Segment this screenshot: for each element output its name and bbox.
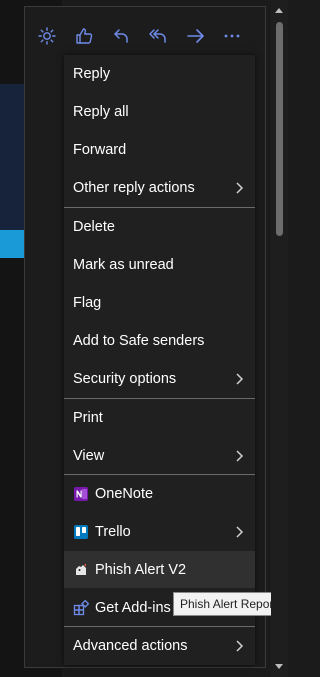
menu-item-forward[interactable]: Forward	[64, 131, 255, 168]
chevron-right-icon	[236, 640, 244, 652]
menu-item-label: Flag	[73, 294, 102, 311]
reply-all-icon[interactable]	[139, 20, 176, 52]
menu-item-view[interactable]: View	[64, 437, 255, 474]
menu-item-label: Advanced actions	[73, 637, 188, 654]
menu-item-onenote[interactable]: OneNote	[64, 475, 255, 512]
scroll-down-arrow-icon[interactable]	[275, 664, 283, 669]
menu-item-label: Trello	[95, 523, 131, 540]
trello-icon	[73, 524, 89, 540]
menu-item-label: Add to Safe senders	[73, 332, 205, 349]
menu-item-label: Reply all	[73, 103, 129, 120]
menu-item-advanced-actions[interactable]: Advanced actions	[64, 627, 255, 664]
menu-item-label: OneNote	[95, 485, 154, 502]
tooltip-text: Phish Alert Report	[180, 597, 277, 611]
menu-item-print[interactable]: Print	[64, 399, 255, 436]
menu-item-reply[interactable]: Reply	[64, 55, 255, 92]
message-header-strip	[0, 84, 24, 230]
menu-item-label: Other reply actions	[73, 179, 195, 196]
menu-item-phish-alert[interactable]: Phish Alert V2	[64, 551, 255, 588]
scroll-up-arrow-icon[interactable]	[275, 8, 283, 13]
chevron-right-icon	[236, 373, 244, 385]
menu-item-label: Get Add-ins	[95, 599, 171, 616]
menu-item-other-reply-actions[interactable]: Other reply actions	[64, 169, 255, 206]
menu-item-label: Delete	[73, 218, 115, 235]
menu-item-reply-all[interactable]: Reply all	[64, 93, 255, 130]
thumbs-up-icon[interactable]	[65, 20, 102, 52]
forward-icon[interactable]	[176, 20, 213, 52]
add-ins-grid-icon	[73, 599, 89, 616]
vertical-scrollbar[interactable]	[271, 0, 288, 677]
menu-item-trello[interactable]: Trello	[64, 513, 255, 550]
reply-icon[interactable]	[102, 20, 139, 52]
menu-item-mark-as-unread[interactable]: Mark as unread	[64, 246, 255, 283]
message-toolbar	[24, 18, 260, 54]
chevron-right-icon	[236, 450, 244, 462]
phish-alert-tooltip: Phish Alert Report	[173, 592, 285, 616]
menu-item-label: Security options	[73, 370, 177, 387]
more-actions-menu: Reply Reply all Forward Other reply acti…	[64, 55, 255, 665]
phish-alert-icon	[73, 562, 89, 578]
menu-item-label: Forward	[73, 141, 127, 158]
menu-item-label: View	[73, 447, 105, 464]
menu-item-security-options[interactable]: Security options	[64, 360, 255, 397]
more-icon[interactable]	[213, 20, 250, 52]
menu-item-label: Mark as unread	[73, 256, 174, 273]
chevron-right-icon	[236, 182, 244, 194]
menu-item-delete[interactable]: Delete	[64, 208, 255, 245]
scrollbar-thumb[interactable]	[276, 22, 283, 236]
menu-item-add-to-safe-senders[interactable]: Add to Safe senders	[64, 322, 255, 359]
menu-item-label: Phish Alert V2	[95, 561, 187, 578]
onenote-icon	[73, 486, 89, 502]
sun-icon[interactable]	[28, 20, 65, 52]
chevron-right-icon	[236, 526, 244, 538]
accent-strip	[0, 230, 24, 258]
menu-item-label: Reply	[73, 65, 111, 82]
menu-item-label: Print	[73, 409, 103, 426]
menu-item-flag[interactable]: Flag	[64, 284, 255, 321]
